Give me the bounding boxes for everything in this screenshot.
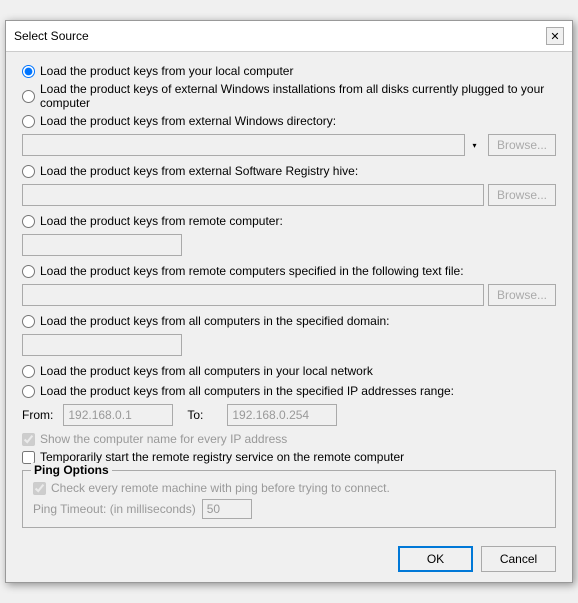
ok-button[interactable]: OK: [398, 546, 473, 572]
radio-row-4: Load the product keys from external Soft…: [22, 164, 556, 178]
radio-row-3: Load the product keys from external Wind…: [22, 114, 556, 128]
dialog-content: Load the product keys from your local co…: [6, 52, 572, 538]
ext-win-dir-input[interactable]: [22, 134, 484, 156]
ping-options-title: Ping Options: [31, 463, 112, 477]
checkbox-row-temp-registry: Temporarily start the remote registry se…: [22, 450, 556, 464]
radio-row-6: Load the product keys from remote comput…: [22, 264, 556, 278]
ping-timeout-row: Ping Timeout: (in milliseconds): [33, 499, 545, 519]
radio-remote-computer[interactable]: [22, 215, 35, 228]
radio-local-label[interactable]: Load the product keys from your local co…: [40, 64, 293, 78]
radio-row-2: Load the product keys of external Window…: [22, 82, 556, 110]
ext-win-dir-dropdown-arrow[interactable]: ▾: [464, 134, 484, 156]
checkbox-temp-registry[interactable]: [22, 451, 35, 464]
radio-domain-label[interactable]: Load the product keys from all computers…: [40, 314, 390, 328]
checkbox-ping[interactable]: [33, 482, 46, 495]
browse-btn-2[interactable]: Browse...: [488, 184, 556, 206]
browse-btn-3[interactable]: Browse...: [488, 284, 556, 306]
ext-win-dir-input-row: ▾ Browse...: [22, 134, 556, 156]
checkbox-show-name[interactable]: [22, 433, 35, 446]
radio-row-8: Load the product keys from all computers…: [22, 364, 556, 378]
ext-reg-hive-input-row: Browse...: [22, 184, 556, 206]
radio-text-file[interactable]: [22, 265, 35, 278]
ping-options-group: Ping Options Check every remote machine …: [22, 470, 556, 528]
dialog-footer: OK Cancel: [6, 538, 572, 582]
radio-external-windows-label[interactable]: Load the product keys of external Window…: [40, 82, 556, 110]
browse-btn-1[interactable]: Browse...: [488, 134, 556, 156]
radio-remote-computer-label[interactable]: Load the product keys from remote comput…: [40, 214, 283, 228]
from-label: From:: [22, 408, 53, 422]
checkbox-temp-registry-label[interactable]: Temporarily start the remote registry se…: [40, 450, 404, 464]
ext-reg-hive-input[interactable]: [22, 184, 484, 206]
remote-computer-input[interactable]: [22, 234, 182, 256]
radio-ext-reg-hive[interactable]: [22, 165, 35, 178]
title-bar: Select Source ✕: [6, 21, 572, 52]
checkbox-row-ping: Check every remote machine with ping bef…: [33, 481, 545, 495]
checkbox-show-name-label[interactable]: Show the computer name for every IP addr…: [40, 432, 287, 446]
radio-row-7: Load the product keys from all computers…: [22, 314, 556, 328]
to-label: To:: [187, 408, 217, 422]
ping-timeout-label: Ping Timeout: (in milliseconds): [33, 502, 196, 516]
remote-computer-input-row: [22, 234, 556, 256]
radio-row-1: Load the product keys from your local co…: [22, 64, 556, 78]
domain-input[interactable]: [22, 334, 182, 356]
text-file-input-row: Browse...: [22, 284, 556, 306]
dialog-title: Select Source: [14, 29, 89, 43]
radio-domain[interactable]: [22, 315, 35, 328]
radio-ip-range-label[interactable]: Load the product keys from all computers…: [40, 384, 454, 398]
radio-ext-win-dir-label[interactable]: Load the product keys from external Wind…: [40, 114, 336, 128]
radio-ext-win-dir[interactable]: [22, 115, 35, 128]
domain-input-row: [22, 334, 556, 356]
select-source-dialog: Select Source ✕ Load the product keys fr…: [5, 20, 573, 583]
to-ip-input[interactable]: [227, 404, 337, 426]
ip-range-row: From: To:: [22, 404, 556, 426]
radio-row-5: Load the product keys from remote comput…: [22, 214, 556, 228]
radio-local-network[interactable]: [22, 365, 35, 378]
ping-options-content: Check every remote machine with ping bef…: [33, 481, 545, 519]
radio-text-file-label[interactable]: Load the product keys from remote comput…: [40, 264, 464, 278]
from-ip-input[interactable]: [63, 404, 173, 426]
ext-win-dir-combo-wrapper: ▾: [22, 134, 484, 156]
radio-local-network-label[interactable]: Load the product keys from all computers…: [40, 364, 373, 378]
radio-row-9: Load the product keys from all computers…: [22, 384, 556, 398]
radio-external-windows[interactable]: [22, 90, 35, 103]
checkbox-row-show-name: Show the computer name for every IP addr…: [22, 432, 556, 446]
checkbox-ping-label[interactable]: Check every remote machine with ping bef…: [51, 481, 390, 495]
close-button[interactable]: ✕: [546, 27, 564, 45]
radio-ext-reg-hive-label[interactable]: Load the product keys from external Soft…: [40, 164, 358, 178]
cancel-button[interactable]: Cancel: [481, 546, 556, 572]
text-file-input[interactable]: [22, 284, 484, 306]
radio-ip-range[interactable]: [22, 385, 35, 398]
radio-local[interactable]: [22, 65, 35, 78]
ping-timeout-input[interactable]: [202, 499, 252, 519]
